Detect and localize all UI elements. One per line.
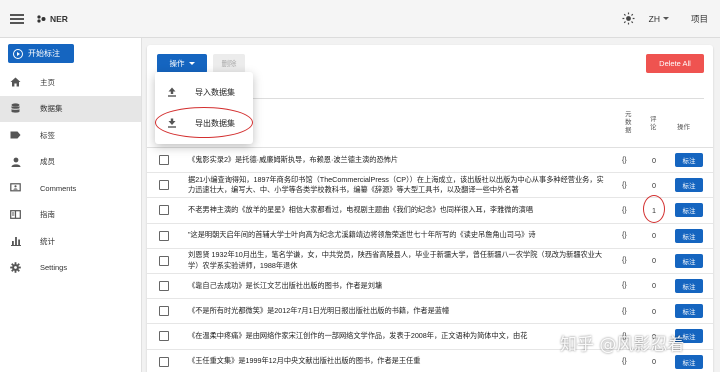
row-checkbox[interactable] <box>159 331 169 342</box>
language-select[interactable]: ZH <box>649 14 669 24</box>
caret-down-icon <box>188 62 195 65</box>
app-title: NER <box>50 13 68 24</box>
language-label: ZH <box>648 13 660 24</box>
row-comment-count: 0 <box>652 180 656 190</box>
sidebar-item-settings[interactable]: Settings <box>0 255 141 282</box>
row-comment-count: 0 <box>652 281 656 291</box>
sidebar-item-label: 主页 <box>40 77 55 87</box>
hamburger-menu-icon[interactable] <box>10 13 24 24</box>
row-metadata: {} <box>622 282 627 290</box>
bar-chart-icon <box>10 236 21 247</box>
row-metadata: {} <box>622 307 627 315</box>
comment-icon <box>10 183 21 194</box>
row-checkbox[interactable] <box>159 180 169 191</box>
gear-icon <box>10 262 21 274</box>
comment-highlight-circle <box>643 195 665 224</box>
row-checkbox[interactable] <box>159 356 169 367</box>
table-row: "这是明朝天启年间的首辅大学士叶向高为纪念尤溪籍靖边将领詹荣逝世七十年所写的《读… <box>147 224 713 249</box>
actions-dropdown-menu: 导入数据集 导出数据集 <box>155 72 253 144</box>
column-header-metadata: 元 数 据 <box>625 111 632 135</box>
play-circle-icon <box>13 48 23 59</box>
home-icon <box>10 77 21 88</box>
row-checkbox[interactable] <box>159 306 169 317</box>
sidebar-item-label: 标签 <box>40 130 55 140</box>
column-header-comments: 评 论 <box>650 116 657 132</box>
row-comment-count: 0 <box>652 155 656 165</box>
sidebar-item-labels[interactable]: 标签 <box>0 122 141 149</box>
chevron-down-icon <box>662 17 669 20</box>
sidebar-item-comments[interactable]: Comments <box>0 175 141 202</box>
table-row: 不老男神主演的《放羊的星星》相信大家都看过，电视剧主题曲《我们的纪念》也同样很入… <box>147 195 713 224</box>
sidebar-item-label: 数据集 <box>40 104 63 114</box>
database-icon <box>10 103 21 114</box>
delete-all-button[interactable]: Delete All <box>646 54 704 73</box>
sidebar-item-label: 指南 <box>40 210 55 220</box>
watermark: 知乎 @风影忍着 <box>560 335 685 355</box>
row-metadata: {} <box>622 156 627 164</box>
table-row: 《不是所有时光都微笑》是2012年7月1日光明日报出版社出版的书籍，作者是蓝幢 … <box>147 299 713 325</box>
table-row: 《靠自己去成功》是长江文艺出版社出版的图书，作者是刘墉 {} 0 标注 <box>147 274 713 300</box>
start-annotation-button[interactable]: 开始标注 <box>8 44 74 63</box>
actions-label: 操作 <box>169 59 185 68</box>
theme-toggle-icon[interactable] <box>622 12 635 25</box>
row-text: 《鬼影实录2》是托德·威廉姆斯执导，布赖恩·波兰德主演的恐怖片 <box>188 154 399 164</box>
row-text: 《在温柔中疼痛》是由网络作家宋江创作的一部网络文学作品，发表于2008年，正文语… <box>188 331 528 341</box>
row-checkbox[interactable] <box>159 230 169 241</box>
sidebar-item-dataset[interactable]: 数据集 <box>0 95 141 122</box>
row-text: 《王任重文集》是1999年12月中央文献出版社出版的图书，作者是王任重 <box>188 356 421 366</box>
row-text: 《靠自己去成功》是长江文艺出版社出版的图书，作者是刘墉 <box>188 280 383 290</box>
row-comment-count: 0 <box>652 306 656 316</box>
sidebar-nav: 主页 数据集 标签 成员 Comments 指南 统计 Settings <box>0 69 141 281</box>
row-text: "这是明朝天启年间的首辅大学士叶向高为纪念尤溪籍靖边将领詹荣逝世七十年所写的《读… <box>188 230 536 240</box>
row-text: 刘恩贤 1932年10月出生，笔名学谦，女，中共党员，陕西省高陵县人，毕业于新疆… <box>188 250 603 270</box>
column-header-action: 操作 <box>677 124 690 131</box>
delete-button[interactable]: 删除 <box>213 54 245 73</box>
sidebar-item-stats[interactable]: 统计 <box>0 228 141 255</box>
label-icon <box>10 130 21 141</box>
sidebar: 开始标注 主页 数据集 标签 成员 Comments 指南 统计 Setting… <box>0 38 142 372</box>
app-logo-icon <box>37 14 46 23</box>
row-checkbox[interactable] <box>159 205 169 216</box>
person-icon <box>10 156 21 167</box>
upload-icon <box>167 87 177 97</box>
row-comment-count: 0 <box>652 256 656 266</box>
app-bar: NER ZH 项目 <box>0 0 720 38</box>
row-text: 据21小编查询得知，1897年商务印书馆（TheCommercialPress（… <box>188 174 604 195</box>
annotate-button[interactable]: 标注 <box>675 228 703 243</box>
sidebar-item-home[interactable]: 主页 <box>0 69 141 96</box>
row-metadata: {} <box>622 206 627 214</box>
row-metadata: {} <box>622 232 627 240</box>
annotate-button[interactable]: 标注 <box>675 153 703 167</box>
row-checkbox[interactable] <box>159 155 169 165</box>
import-dataset-label: 导入数据集 <box>195 87 235 97</box>
actions-menu-button[interactable]: 操作 <box>157 54 207 73</box>
annotate-button[interactable]: 标注 <box>675 178 703 193</box>
table-row: 刘恩贤 1932年10月出生，笔名学谦，女，中共党员，陕西省高陵县人，毕业于新疆… <box>147 249 713 274</box>
row-comment-count: 0 <box>652 231 656 241</box>
start-annotation-label: 开始标注 <box>28 49 60 58</box>
annotate-button[interactable]: 标注 <box>675 304 703 319</box>
row-checkbox[interactable] <box>159 255 169 266</box>
sidebar-item-guide[interactable]: 指南 <box>0 202 141 229</box>
table-row: 《鬼影实录2》是托德·威廉姆斯执导，布赖恩·波兰德主演的恐怖片 {} 0 标注 <box>147 148 713 174</box>
annotate-button[interactable]: 标注 <box>675 354 703 369</box>
book-icon <box>10 209 21 220</box>
row-metadata: {} <box>622 181 627 189</box>
projects-link[interactable]: 项目 <box>691 13 708 25</box>
row-checkbox[interactable] <box>159 280 169 291</box>
annotate-button[interactable]: 标注 <box>675 253 703 268</box>
menu-item-import-dataset[interactable]: 导入数据集 <box>155 78 253 106</box>
sidebar-item-label: 统计 <box>40 236 55 246</box>
sidebar-item-label: Comments <box>40 183 77 193</box>
row-text: 《不是所有时光都微笑》是2012年7月1日光明日报出版社出版的书籍，作者是蓝幢 <box>188 305 450 315</box>
sidebar-item-members[interactable]: 成员 <box>0 149 141 176</box>
sidebar-item-label: Settings <box>40 263 68 273</box>
export-highlight-circle <box>155 107 253 138</box>
row-text: 不老男神主演的《放羊的星星》相信大家都看过，电视剧主题曲《我们的纪念》也同样很入… <box>188 205 534 215</box>
annotate-button[interactable]: 标注 <box>675 278 703 293</box>
row-metadata: {} <box>622 257 627 265</box>
table-row: 据21小编查询得知，1897年商务印书馆（TheCommercialPress（… <box>147 173 713 199</box>
sidebar-item-label: 成员 <box>40 157 55 167</box>
annotate-button[interactable]: 标注 <box>675 203 703 218</box>
